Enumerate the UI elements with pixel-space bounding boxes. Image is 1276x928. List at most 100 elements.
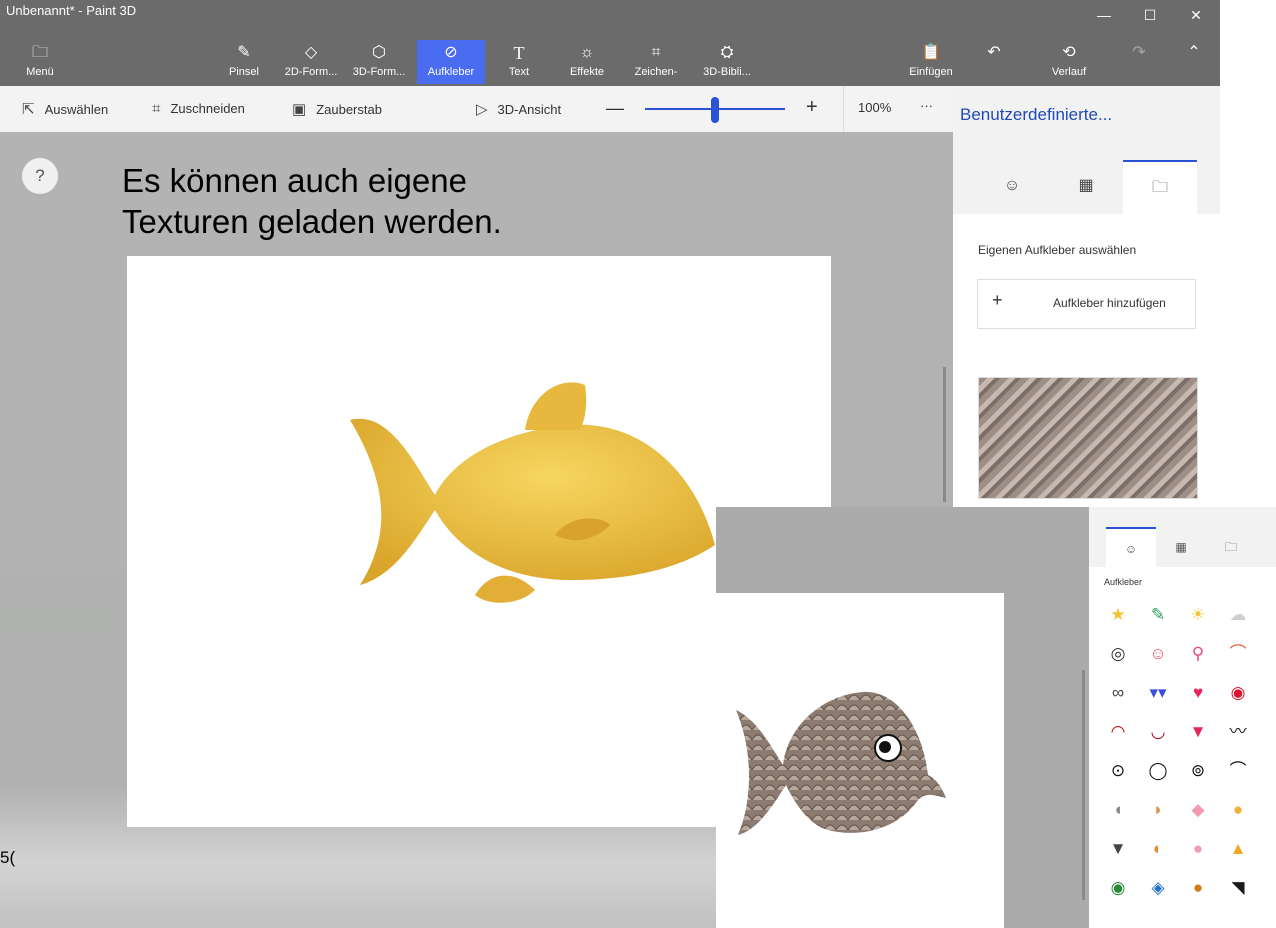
paste-button[interactable]: 📋 Einfügen <box>902 40 960 84</box>
zoom-in-button[interactable]: + <box>806 96 818 119</box>
3d-view-icon: ▷ <box>476 101 488 118</box>
add-sticker-label: Aufkleber hinzufügen <box>1053 296 1166 310</box>
sticker-item[interactable]: ◗ <box>1144 796 1172 824</box>
sticker-item[interactable]: ◡ <box>1144 718 1172 746</box>
help-button[interactable]: ? <box>22 158 58 194</box>
sticker-item[interactable]: ◈ <box>1144 874 1172 902</box>
sticker-item[interactable]: ◠ <box>1104 718 1132 746</box>
magic-select-tool[interactable]: ▣ Zauberstab <box>292 100 382 118</box>
history-icon: ⟲ <box>1062 44 1076 61</box>
inset-scrollbar[interactable] <box>1082 670 1085 900</box>
sticker-item[interactable]: ✎ <box>1144 601 1172 629</box>
sticker-icon: ☺ <box>1003 177 1021 194</box>
sticker-item[interactable]: ◉ <box>1104 874 1132 902</box>
sticker-item[interactable]: ◎ <box>1104 640 1132 668</box>
sticker-item[interactable]: ☁ <box>1224 601 1252 629</box>
crop-tool[interactable]: ⌗ Zuschneiden <box>152 100 245 117</box>
tool-label: Effekte <box>569 66 605 78</box>
select-label: Auswählen <box>44 102 109 117</box>
sticker-item[interactable]: ∞ <box>1104 679 1132 707</box>
tab-custom[interactable]: 🗀 <box>1123 160 1197 214</box>
sticker-item[interactable]: ▼ <box>1184 718 1212 746</box>
sticker-item[interactable]: ◯ <box>1144 757 1172 785</box>
history-label: Verlauf <box>1051 66 1087 78</box>
select-tool[interactable]: ⇱ Auswählen <box>22 100 108 118</box>
tool-brush[interactable]: ✎ Pinsel <box>215 40 273 84</box>
scrollbar[interactable] <box>943 367 946 502</box>
tool-label: Pinsel <box>229 66 259 78</box>
redo-button[interactable]: ↷ <box>1110 40 1168 84</box>
view-3d-toggle[interactable]: ▷ 3D-Ansicht <box>476 100 561 118</box>
zoom-level[interactable]: 100% <box>858 100 891 115</box>
brush-icon: ✎ <box>237 44 251 61</box>
tool-label: 2D-Form... <box>284 66 338 78</box>
sticker-item[interactable]: ⌒ <box>1224 757 1252 785</box>
paste-label: Einfügen <box>909 66 953 78</box>
history-button[interactable]: ⟲ Verlauf <box>1040 40 1098 84</box>
paste-icon: 📋 <box>921 44 941 61</box>
sticker-item[interactable]: ▲ <box>1224 835 1252 863</box>
undo-icon: ↶ <box>987 44 1001 61</box>
inset-tab-custom[interactable]: 🗀 <box>1206 527 1256 567</box>
inset-heading: Aufkleber <box>1104 577 1143 587</box>
tool-stickers[interactable]: ⊘ Aufkleber <box>417 40 485 84</box>
sticker-item[interactable]: ◆ <box>1184 796 1212 824</box>
inset-tab-textures[interactable]: ▦ <box>1156 527 1206 567</box>
sticker-item[interactable]: ▼ <box>1104 835 1132 863</box>
custom-texture-thumbnail[interactable] <box>978 377 1198 499</box>
maximize-button[interactable]: ☐ <box>1135 4 1165 26</box>
magic-select-label: Zauberstab <box>316 102 382 117</box>
undo-button[interactable]: ↶ <box>965 40 1023 84</box>
sticker-item[interactable]: 〰 <box>1224 718 1252 746</box>
redo-icon: ↷ <box>1132 44 1146 61</box>
menu-label: Menü <box>26 66 54 78</box>
tab-textures[interactable]: ▦ <box>1049 160 1123 212</box>
crop-label: Zuschneiden <box>170 101 245 116</box>
crop-icon: ⌗ <box>152 100 161 117</box>
menu-button[interactable]: 🗀 Menü <box>10 40 70 84</box>
tool-3d-library[interactable]: ⛭ 3D-Bibli... <box>695 40 759 84</box>
collapse-ribbon-button[interactable]: ⌃ <box>1165 40 1223 84</box>
sticker-item[interactable]: ⊙ <box>1104 757 1132 785</box>
sticker-item[interactable]: ⌒ <box>1224 640 1252 668</box>
sticker-item[interactable]: ◥ <box>1224 874 1252 902</box>
zoom-out-button[interactable]: — <box>606 98 624 119</box>
tool-text[interactable]: T Text <box>490 40 548 84</box>
plus-icon: + <box>992 290 1003 310</box>
sticker-item[interactable]: ▾▾ <box>1144 679 1172 707</box>
2d-shapes-icon: ◇ <box>304 44 318 61</box>
tool-2d-shapes[interactable]: ◇ 2D-Form... <box>282 40 340 84</box>
sticker-item[interactable]: ☀ <box>1184 601 1212 629</box>
tool-label: Aufkleber <box>427 66 475 78</box>
close-button[interactable]: ✕ <box>1181 4 1211 26</box>
tool-effects[interactable]: ☼ Effekte <box>558 40 616 84</box>
sticker-icon: ⊘ <box>444 44 458 61</box>
textured-fish-model[interactable] <box>728 680 953 840</box>
sticker-item[interactable]: ◐ <box>1144 835 1172 863</box>
yellow-fish-model[interactable] <box>340 375 730 610</box>
folder-icon: 🗀 <box>31 44 48 61</box>
caption-line-2: Texturen geladen werden. <box>122 203 502 240</box>
tool-3d-shapes[interactable]: ⬡ 3D-Form... <box>350 40 408 84</box>
chevron-up-icon: ⌃ <box>1187 44 1201 61</box>
sticker-item[interactable]: ● <box>1224 796 1252 824</box>
tool-label: Zeichen- <box>634 66 678 78</box>
sticker-item[interactable]: ⚲ <box>1184 640 1212 668</box>
zoom-slider-thumb[interactable] <box>711 97 719 123</box>
sticker-item[interactable]: ⊚ <box>1184 757 1212 785</box>
sticker-item[interactable]: ♥ <box>1184 679 1212 707</box>
window-title: Unbenannt* - Paint 3D <box>6 3 137 18</box>
tab-stickers[interactable]: ☺ <box>975 160 1049 212</box>
sticker-item[interactable]: ● <box>1184 874 1212 902</box>
sticker-item[interactable]: ◉ <box>1224 679 1252 707</box>
minimize-button[interactable]: — <box>1089 4 1119 26</box>
effects-icon: ☼ <box>579 44 595 61</box>
tool-canvas[interactable]: ⌗ Zeichen- <box>627 40 685 84</box>
more-button[interactable]: ··· <box>920 98 933 113</box>
sticker-item[interactable]: ◖ <box>1104 796 1132 824</box>
sticker-item[interactable]: ★ <box>1104 601 1132 629</box>
sticker-item[interactable]: ☺ <box>1144 640 1172 668</box>
inset-tab-stickers[interactable]: ☺ <box>1106 527 1156 569</box>
sticker-item[interactable]: ● <box>1184 835 1212 863</box>
textures-icon: ▦ <box>1175 540 1187 554</box>
